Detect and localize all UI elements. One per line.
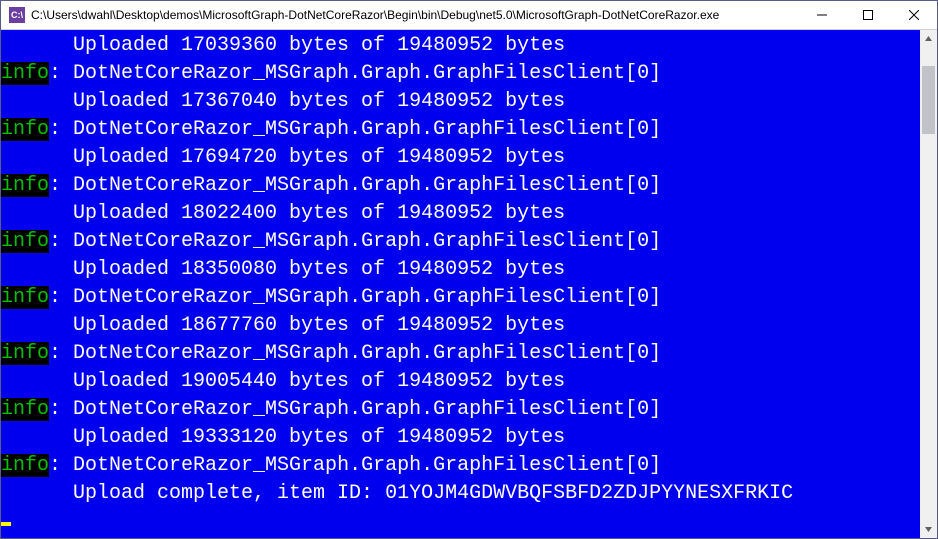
console-line: Uploaded 17694720 bytes of 19480952 byte…: [1, 144, 920, 172]
logger-name-text: : DotNetCoreRazor_MSGraph.Graph.GraphFil…: [49, 454, 661, 477]
log-level-info: info: [1, 454, 49, 477]
upload-complete-text: Upload complete, item ID: 01YOJM4GDWVBQF…: [1, 482, 793, 505]
console-line: Uploaded 18022400 bytes of 19480952 byte…: [1, 200, 920, 228]
upload-progress-text: Uploaded 18022400 bytes of 19480952 byte…: [1, 202, 565, 225]
console-line: info: DotNetCoreRazor_MSGraph.Graph.Grap…: [1, 172, 920, 200]
cursor: [1, 522, 11, 526]
console-line: Uploaded 19005440 bytes of 19480952 byte…: [1, 368, 920, 396]
console-line: Uploaded 18350080 bytes of 19480952 byte…: [1, 256, 920, 284]
app-icon: C:\: [9, 7, 25, 23]
log-level-info: info: [1, 342, 49, 365]
console-line: Upload complete, item ID: 01YOJM4GDWVBQF…: [1, 480, 920, 508]
upload-progress-text: Uploaded 17039360 bytes of 19480952 byte…: [1, 34, 565, 57]
client-area: Uploaded 17039360 bytes of 19480952 byte…: [1, 30, 937, 538]
upload-progress-text: Uploaded 19005440 bytes of 19480952 byte…: [1, 370, 565, 393]
console-line: [1, 508, 920, 536]
minimize-button[interactable]: [799, 1, 845, 29]
upload-progress-text: Uploaded 17367040 bytes of 19480952 byte…: [1, 90, 565, 113]
titlebar[interactable]: C:\ C:\Users\dwahl\Desktop\demos\Microso…: [1, 1, 937, 30]
console-line: Uploaded 17367040 bytes of 19480952 byte…: [1, 88, 920, 116]
window-title: C:\Users\dwahl\Desktop\demos\MicrosoftGr…: [31, 8, 799, 22]
console-line: info: DotNetCoreRazor_MSGraph.Graph.Grap…: [1, 452, 920, 480]
console-line: info: DotNetCoreRazor_MSGraph.Graph.Grap…: [1, 340, 920, 368]
upload-progress-text: Uploaded 18677760 bytes of 19480952 byte…: [1, 314, 565, 337]
maximize-button[interactable]: [845, 1, 891, 29]
log-level-info: info: [1, 230, 49, 253]
logger-name-text: : DotNetCoreRazor_MSGraph.Graph.GraphFil…: [49, 118, 661, 141]
app-window: C:\ C:\Users\dwahl\Desktop\demos\Microso…: [0, 0, 938, 539]
upload-progress-text: Uploaded 18350080 bytes of 19480952 byte…: [1, 258, 565, 281]
log-level-info: info: [1, 398, 49, 421]
console-output[interactable]: Uploaded 17039360 bytes of 19480952 byte…: [1, 30, 920, 538]
console-line: info: DotNetCoreRazor_MSGraph.Graph.Grap…: [1, 60, 920, 88]
console-line: info: DotNetCoreRazor_MSGraph.Graph.Grap…: [1, 116, 920, 144]
console-line: Uploaded 19333120 bytes of 19480952 byte…: [1, 424, 920, 452]
log-level-info: info: [1, 174, 49, 197]
console-line: Uploaded 18677760 bytes of 19480952 byte…: [1, 312, 920, 340]
logger-name-text: : DotNetCoreRazor_MSGraph.Graph.GraphFil…: [49, 62, 661, 85]
scroll-up-button[interactable]: [920, 30, 937, 47]
logger-name-text: : DotNetCoreRazor_MSGraph.Graph.GraphFil…: [49, 398, 661, 421]
upload-progress-text: Uploaded 19333120 bytes of 19480952 byte…: [1, 426, 565, 449]
logger-name-text: : DotNetCoreRazor_MSGraph.Graph.GraphFil…: [49, 286, 661, 309]
logger-name-text: : DotNetCoreRazor_MSGraph.Graph.GraphFil…: [49, 230, 661, 253]
vertical-scrollbar[interactable]: [920, 30, 937, 538]
console-line: Uploaded 17039360 bytes of 19480952 byte…: [1, 32, 920, 60]
console-line: info: DotNetCoreRazor_MSGraph.Graph.Grap…: [1, 228, 920, 256]
logger-name-text: : DotNetCoreRazor_MSGraph.Graph.GraphFil…: [49, 174, 661, 197]
scroll-thumb[interactable]: [922, 66, 935, 134]
close-button[interactable]: [891, 1, 937, 29]
upload-progress-text: Uploaded 17694720 bytes of 19480952 byte…: [1, 146, 565, 169]
console-line: info: DotNetCoreRazor_MSGraph.Graph.Grap…: [1, 396, 920, 424]
logger-name-text: : DotNetCoreRazor_MSGraph.Graph.GraphFil…: [49, 342, 661, 365]
log-level-info: info: [1, 62, 49, 85]
log-level-info: info: [1, 118, 49, 141]
window-controls: [799, 1, 937, 29]
scroll-down-button[interactable]: [920, 521, 937, 538]
log-level-info: info: [1, 286, 49, 309]
console-line: info: DotNetCoreRazor_MSGraph.Graph.Grap…: [1, 284, 920, 312]
